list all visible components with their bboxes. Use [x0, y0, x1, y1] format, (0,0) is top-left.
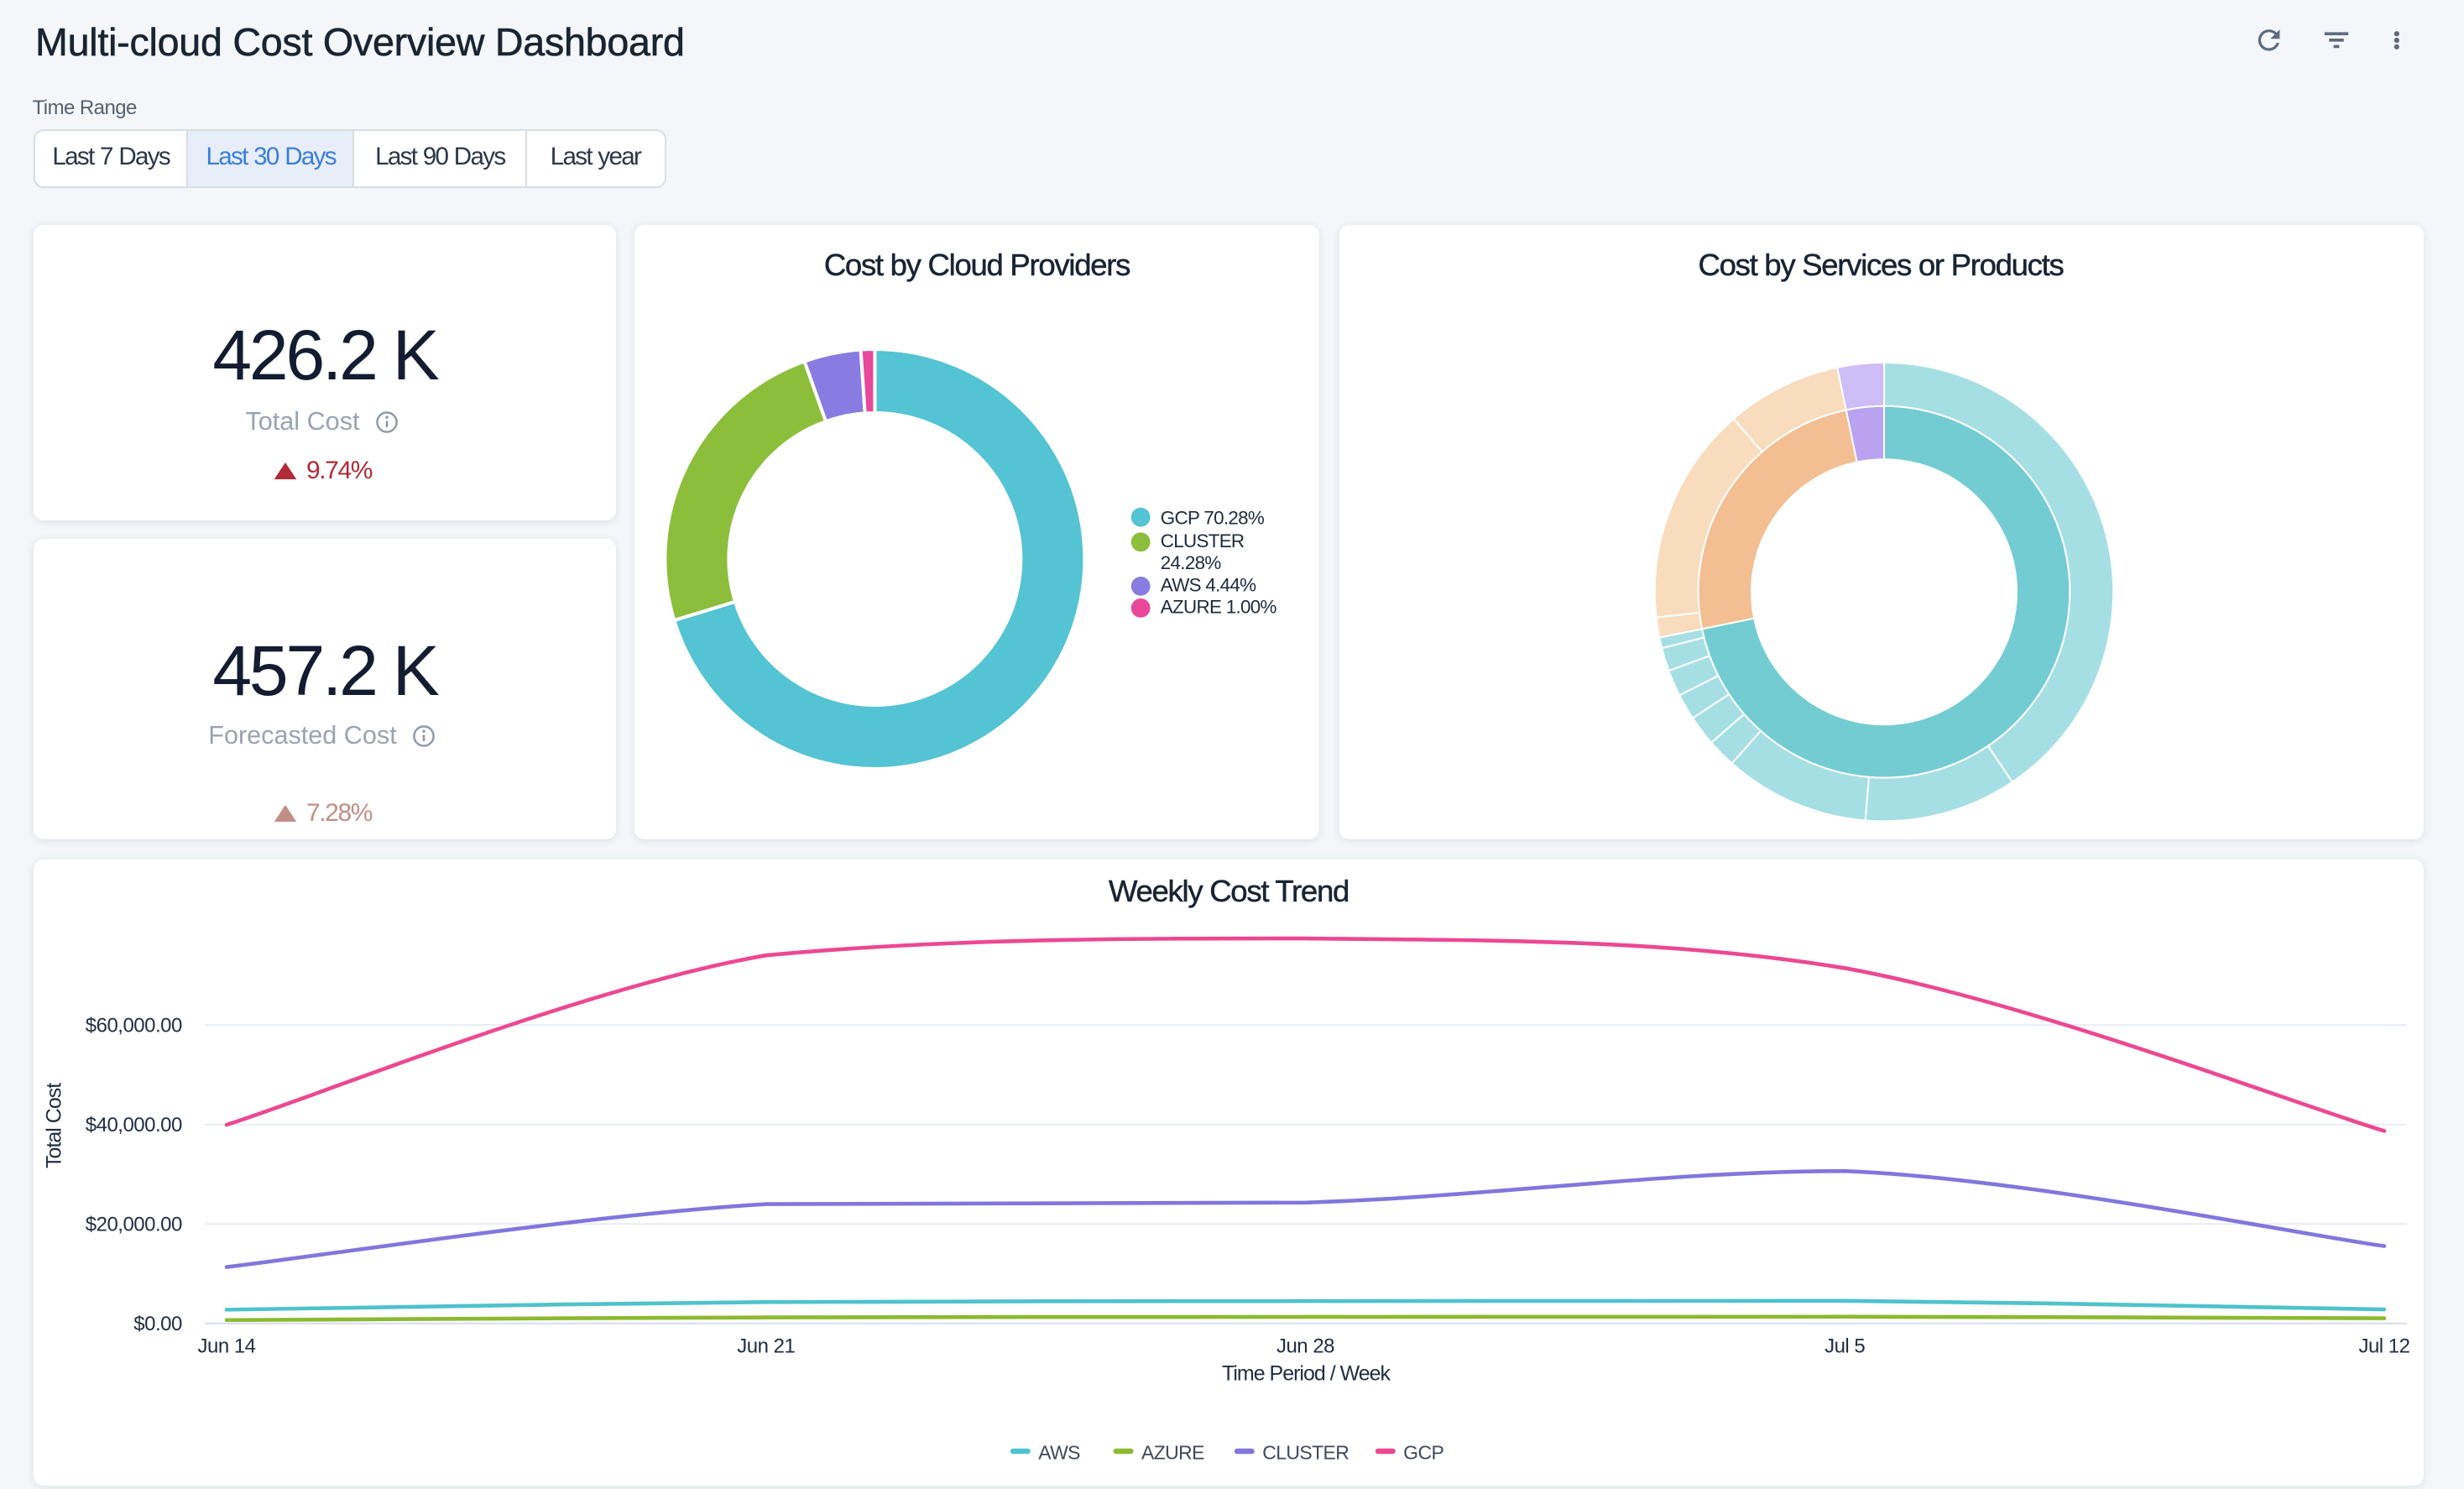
svg-text:Jun 14: Jun 14 — [198, 1335, 256, 1358]
svg-text:GCP: GCP — [1403, 1442, 1443, 1464]
svg-text:Time Period / Week: Time Period / Week — [1222, 1361, 1391, 1385]
svg-text:Jul 5: Jul 5 — [1825, 1335, 1865, 1358]
svg-text:CLUSTER: CLUSTER — [1161, 530, 1245, 551]
svg-text:CLUSTER: CLUSTER — [1262, 1442, 1349, 1464]
svg-text:Jun 28: Jun 28 — [1276, 1335, 1334, 1358]
svg-text:24.28%: 24.28% — [1161, 552, 1222, 573]
svg-text:AWS: AWS — [1038, 1442, 1080, 1464]
svg-text:AZURE: AZURE — [1141, 1442, 1204, 1464]
svg-text:Total Cost: Total Cost — [43, 1083, 66, 1168]
svg-text:$20,000.00: $20,000.00 — [86, 1214, 182, 1236]
svg-text:$40,000.00: $40,000.00 — [86, 1114, 182, 1136]
svg-text:Jun 21: Jun 21 — [737, 1335, 795, 1358]
svg-text:$0.00: $0.00 — [133, 1313, 182, 1335]
svg-text:GCP 70.28%: GCP 70.28% — [1161, 508, 1265, 529]
svg-text:AZURE 1.00%: AZURE 1.00% — [1161, 597, 1277, 618]
svg-text:AWS 4.44%: AWS 4.44% — [1161, 574, 1256, 595]
svg-text:$60,000.00: $60,000.00 — [86, 1015, 182, 1037]
svg-text:Jul 12: Jul 12 — [2358, 1335, 2409, 1358]
